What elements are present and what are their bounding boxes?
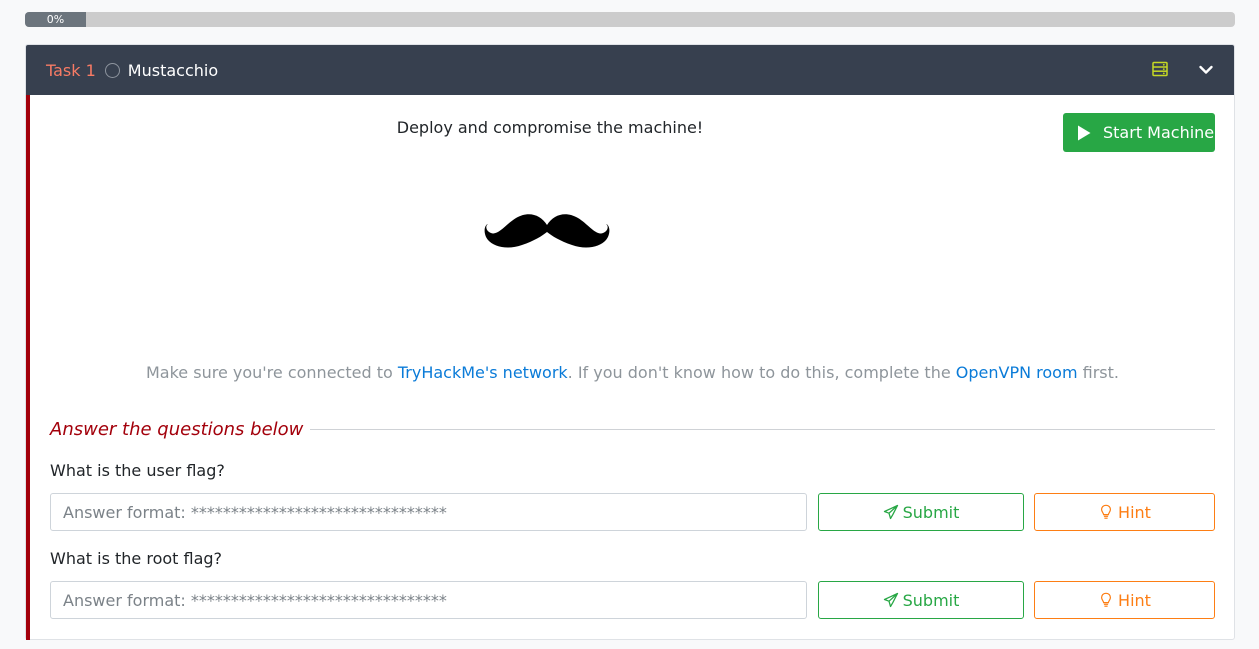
circle-outline-icon (104, 62, 120, 78)
hint-label: Hint (1118, 502, 1151, 522)
hint-label: Hint (1118, 590, 1151, 610)
play-icon (1078, 125, 1091, 140)
paper-plane-icon (883, 592, 898, 608)
submit-label: Submit (902, 502, 960, 522)
lightbulb-icon (1101, 592, 1112, 607)
progress-fill: 0% (25, 12, 86, 27)
task-header[interactable]: Task 1 Mustacchio (26, 45, 1234, 95)
start-machine-button[interactable]: Start Machine (1063, 113, 1215, 152)
heading-divider (310, 429, 1215, 430)
chevron-down-icon[interactable] (1198, 62, 1214, 78)
submit-button[interactable]: Submit (818, 493, 1024, 531)
hint-button[interactable]: Hint (1034, 493, 1215, 531)
submit-label: Submit (902, 590, 960, 610)
openvpn-room-link[interactable]: OpenVPN room (956, 363, 1078, 382)
lightbulb-icon (1101, 504, 1112, 519)
vpn-note-prefix: Make sure you're connected to (146, 363, 398, 382)
tryhackme-network-link[interactable]: TryHackMe's network (398, 363, 568, 382)
task-title: Mustacchio (127, 60, 219, 80)
task-body: Deploy and compromise the machine! Start… (26, 95, 1234, 640)
paper-plane-icon (883, 504, 898, 520)
task-number: Task 1 (46, 60, 96, 80)
progress-bar: 0% (25, 12, 1235, 27)
task-card: Task 1 Mustacchio Deploy and compromise … (25, 44, 1235, 640)
vpn-note-suffix: first. (1077, 363, 1119, 382)
deploy-instruction: Deploy and compromise the machine! (396, 118, 704, 137)
answer-heading: Answer the questions below (50, 419, 304, 440)
vpn-note: Make sure you're connected to TryHackMe'… (30, 363, 1235, 382)
submit-button[interactable]: Submit (818, 581, 1024, 619)
server-icon[interactable] (1152, 61, 1168, 77)
start-machine-label: Start Machine (1103, 123, 1215, 142)
mustache-icon (484, 214, 610, 248)
question-text: What is the root flag? (50, 549, 223, 568)
question-text: What is the user flag? (50, 461, 225, 480)
answer-input[interactable] (50, 493, 807, 531)
vpn-note-middle: . If you don't know how to do this, comp… (567, 363, 956, 382)
answer-input[interactable] (50, 581, 807, 619)
hint-button[interactable]: Hint (1034, 581, 1215, 619)
